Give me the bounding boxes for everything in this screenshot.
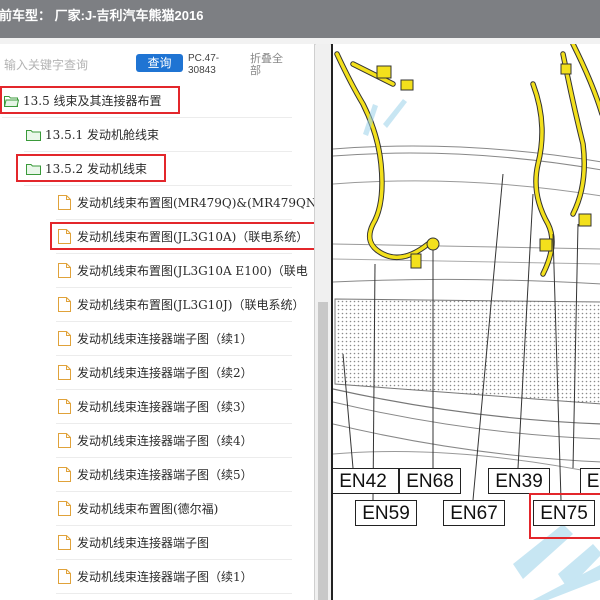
tree-item-label: 13.5.1 发动机舱线束 [45,128,159,142]
diagram-view[interactable]: EN42EN68 EN39 EN EN59 EN67 EN75 [331,44,600,600]
document-icon [58,569,71,584]
tree-item[interactable]: 发动机线束布置图(JL3G10A E100)（联电 [58,254,308,287]
document-icon [58,433,71,448]
navigation-panel: 查询 PC.47- 30843 折叠全 部 13.5 线束及其连接器布置 13.5… [0,44,315,600]
pc-code-line2: 30843 [188,65,216,76]
tree-item-label: 发动机线束连接器端子图（续1） [77,332,253,346]
document-icon [58,501,71,516]
tree-item[interactable]: 发动机线束连接器端子图（续3） [58,390,253,423]
tree-item[interactable]: 发动机线束布置图 [58,594,173,600]
connector-label[interactable]: EN39 [488,468,550,494]
tree-item-label: 13.5 线束及其连接器布置 [23,94,162,108]
connector-label[interactable]: EN [580,468,600,494]
tree-item[interactable]: 发动机线束布置图(JL3G10J)（联电系统） [58,288,304,321]
tree-item-label: 13.5.2 发动机线束 [45,162,147,176]
document-icon [58,297,71,312]
tree-item[interactable]: 发动机线束连接器端子图（续2） [58,356,253,389]
query-button[interactable]: 查询 [136,54,183,72]
tree-item[interactable]: 发动机线束布置图(MR479Q)&(MR479QN [58,186,315,219]
document-icon [58,365,71,380]
tree-item[interactable]: 发动机线束连接器端子图（续1） [58,560,253,593]
tree-item-label: 发动机线束布置图(JL3G10A E100)（联电 [77,264,308,278]
search-bar: 查询 PC.47- 30843 折叠全 部 [0,44,314,84]
tree-item[interactable]: 发动机线束连接器端子图 [58,526,209,559]
tree-item-label: 发动机线束布置图(MR479Q)&(MR479QN [77,196,315,210]
collapse-all-button[interactable]: 折叠全 部 [250,53,294,77]
tree-item[interactable]: 发动机线束连接器端子图（续5） [58,458,253,491]
tree-item-label: 发动机线束布置图(德尔福) [77,502,219,516]
tree-item-label: 发动机线束连接器端子图（续2） [77,366,253,380]
connector-label[interactable]: EN68 [399,468,461,494]
document-icon [58,467,71,482]
document-icon [58,331,71,346]
folder-icon [26,129,41,141]
folder-open-icon [4,95,19,107]
tree-item[interactable]: 13.5 线束及其连接器布置 [4,84,162,117]
tree-item-label: 发动机线束布置图(JL3G10A)（联电系统） [77,230,309,244]
document-icon [58,535,71,550]
folder-icon [26,163,41,175]
pc-code-line1: PC.47- [188,53,220,64]
tree-item[interactable]: 13.5.2 发动机线束 [26,152,147,185]
tree-item[interactable]: 发动机线束布置图(德尔福) [58,492,218,525]
connector-label[interactable]: EN67 [443,500,505,526]
search-input[interactable] [4,56,132,74]
document-icon [58,195,71,210]
title-bar: 前车型： 厂家:J-吉利汽车熊猫2016 [0,0,600,38]
tree-scrollbar[interactable] [316,44,330,600]
pc-code-label: PC.47- 30843 [188,53,238,77]
connector-label[interactable]: EN75 [533,500,595,526]
document-icon [58,229,71,244]
tree-item-label: 发动机线束连接器端子图（续5） [77,468,253,482]
tree-item-label: 发动机线束连接器端子图 [77,536,210,550]
tree-item[interactable]: 发动机线束连接器端子图（续4） [58,424,253,457]
tree-item-label: 发动机线束连接器端子图（续3） [77,400,253,414]
tree-item[interactable]: 发动机线束连接器端子图（续1） [58,322,253,355]
collapse-all-line2: 部 [250,64,261,77]
tree-item-label: 发动机线束连接器端子图（续1） [77,570,253,584]
tree-item[interactable]: 13.5.1 发动机舱线束 [26,118,159,151]
tree-item-label: 发动机线束连接器端子图（续4） [77,434,253,448]
document-icon [58,263,71,278]
tree-item-label: 发动机线束布置图(JL3G10J)（联电系统） [77,298,305,312]
scrollbar-thumb[interactable] [318,302,328,600]
document-icon [58,399,71,414]
connector-label[interactable]: EN59 [355,500,417,526]
connector-label[interactable]: EN42 [333,468,399,494]
window-title: 前车型： 厂家:J-吉利汽车熊猫2016 [0,8,204,23]
tree-item[interactable]: 发动机线束布置图(JL3G10A)（联电系统） [58,220,308,253]
